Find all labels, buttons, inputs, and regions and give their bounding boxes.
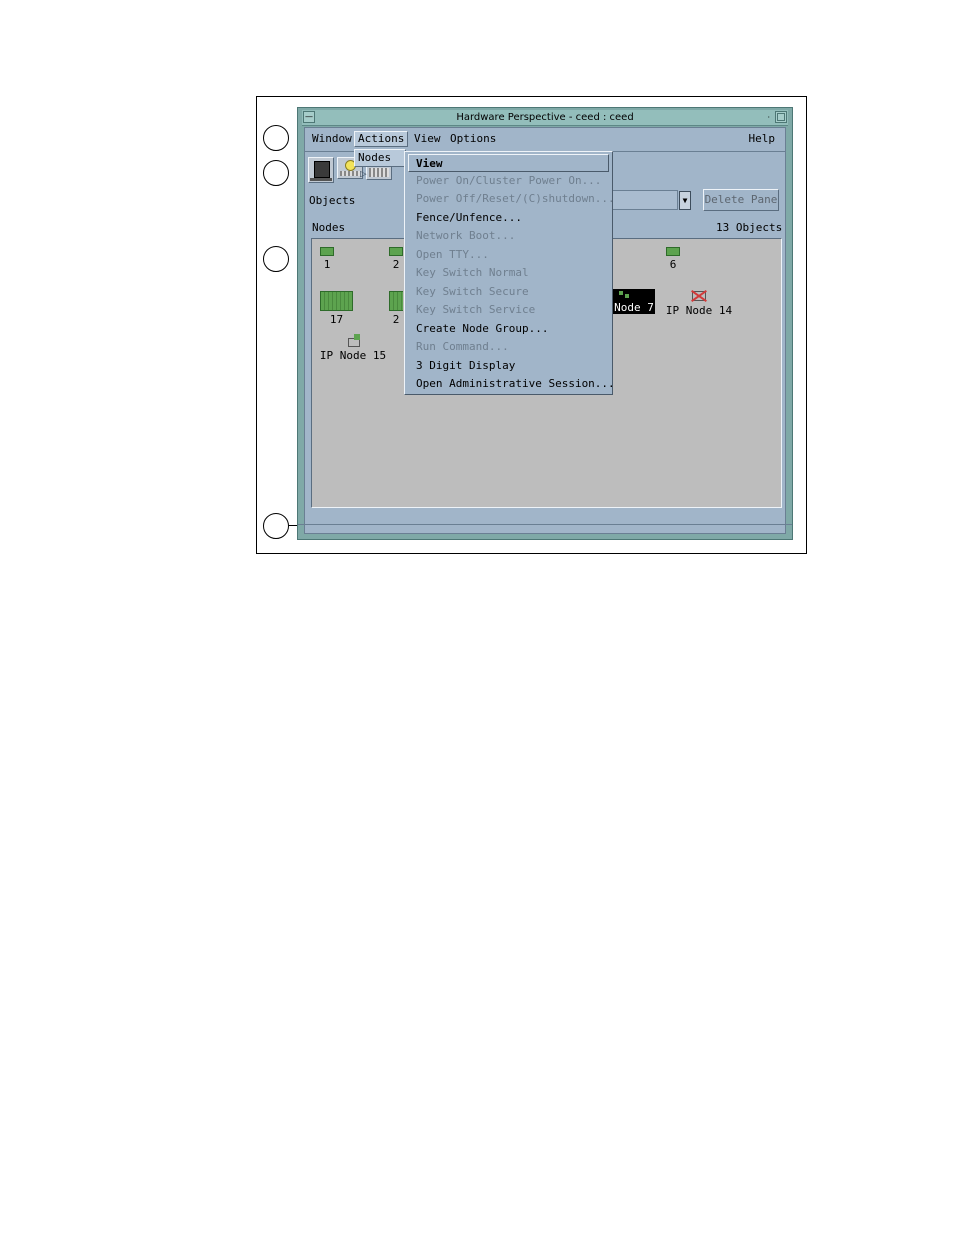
- window-title: Hardware Perspective - ceed : ceed: [456, 112, 634, 123]
- notebook-icon-caption: [310, 178, 332, 181]
- actions-dropdown-menu: View Power On/Cluster Power On... Power …: [404, 151, 615, 395]
- node-6[interactable]: 6: [666, 247, 680, 271]
- power-off-icon: [369, 168, 389, 177]
- node-2-second[interactable]: 2: [389, 291, 403, 326]
- chevron-down-icon: ▼: [682, 196, 688, 205]
- node-label: IP Node 15: [319, 349, 387, 362]
- menu-options[interactable]: Options: [446, 131, 500, 147]
- minimize-button[interactable]: ·: [767, 110, 770, 125]
- objects-label: Objects: [309, 194, 356, 207]
- node-icon: [613, 289, 655, 301]
- delete-pane-button[interactable]: Delete Pane: [703, 189, 779, 211]
- status-bar: [298, 524, 792, 539]
- cascade-arrow-icon: ▷: [360, 167, 367, 180]
- callout-circle-3: [263, 246, 289, 272]
- callout-circle-2: [263, 160, 289, 186]
- object-count: 13 Objects: [716, 221, 783, 234]
- menu-item-network-boot[interactable]: Network Boot...: [408, 227, 609, 245]
- node-label: 2: [392, 313, 400, 326]
- window-menu-button[interactable]: —: [303, 111, 315, 123]
- ip-node-15[interactable]: IP Node 15: [318, 334, 388, 362]
- notebook-button[interactable]: [308, 157, 334, 183]
- menu-item-create-node-group[interactable]: Create Node Group...: [408, 320, 609, 338]
- menu-window[interactable]: Window: [308, 131, 356, 147]
- menu-item-key-switch-secure[interactable]: Key Switch Secure: [408, 283, 609, 301]
- menu-help[interactable]: Help: [745, 131, 780, 147]
- menu-item-3-digit-display[interactable]: 3 Digit Display: [408, 357, 609, 375]
- menu-view[interactable]: View: [410, 131, 445, 147]
- objects-combo-dropdown[interactable]: ▼: [679, 191, 691, 210]
- node-label: 1: [323, 258, 331, 271]
- nodes-submenu[interactable]: Nodes ▷: [354, 149, 406, 180]
- node-label: IP Node 14: [665, 304, 733, 317]
- network-node-icon: [619, 291, 623, 295]
- nodes-pane-title: Nodes: [312, 221, 346, 234]
- menu-item-run-command[interactable]: Run Command...: [408, 338, 609, 356]
- node-icon: [666, 247, 680, 256]
- callout-circle-4: [263, 513, 289, 539]
- menu-item-power-off[interactable]: Power Off/Reset/(C)shutdown...: [408, 190, 615, 208]
- network-node-icon-part: [625, 294, 629, 298]
- node-icon: [320, 247, 334, 256]
- node-label: 6: [669, 258, 677, 271]
- nodes-submenu-label: Nodes: [358, 151, 392, 164]
- menu-item-power-on[interactable]: Power On/Cluster Power On...: [408, 172, 609, 190]
- node-2[interactable]: 2: [389, 247, 403, 271]
- node-17[interactable]: 17: [320, 291, 353, 326]
- menu-item-view[interactable]: View: [408, 154, 609, 172]
- ip-node-14[interactable]: IP Node 14: [664, 289, 734, 317]
- node-icon: [389, 291, 403, 311]
- lightbulb-icon-base: [340, 171, 360, 176]
- ip-node-offline-icon: [690, 289, 708, 303]
- menu-item-key-switch-service[interactable]: Key Switch Service: [408, 301, 609, 319]
- menu-item-open-tty[interactable]: Open TTY...: [408, 246, 609, 264]
- menu-item-open-admin-session[interactable]: Open Administrative Session...: [408, 375, 615, 393]
- menu-bar: Window Actions View Options Help: [305, 128, 785, 150]
- node-1[interactable]: 1: [320, 247, 334, 271]
- ip-node-icon: [344, 334, 362, 348]
- node-7[interactable]: Node 7: [613, 289, 655, 314]
- node-icon: [320, 291, 353, 311]
- menu-actions[interactable]: Actions: [354, 131, 409, 147]
- callout-circle-1: [263, 125, 289, 151]
- node-label: 17: [329, 313, 344, 326]
- power-off-button[interactable]: [366, 165, 392, 180]
- menu-item-fence[interactable]: Fence/Unfence...: [408, 209, 609, 227]
- notebook-icon: [314, 161, 330, 178]
- node-label: Node 7: [613, 301, 655, 314]
- menu-item-key-switch-normal[interactable]: Key Switch Normal: [408, 264, 609, 282]
- node-icon: [389, 247, 403, 256]
- node-label: 2: [392, 258, 400, 271]
- maximize-button[interactable]: [775, 111, 787, 123]
- title-bar[interactable]: — Hardware Perspective - ceed : ceed ·: [302, 110, 788, 126]
- maximize-icon: [777, 113, 785, 121]
